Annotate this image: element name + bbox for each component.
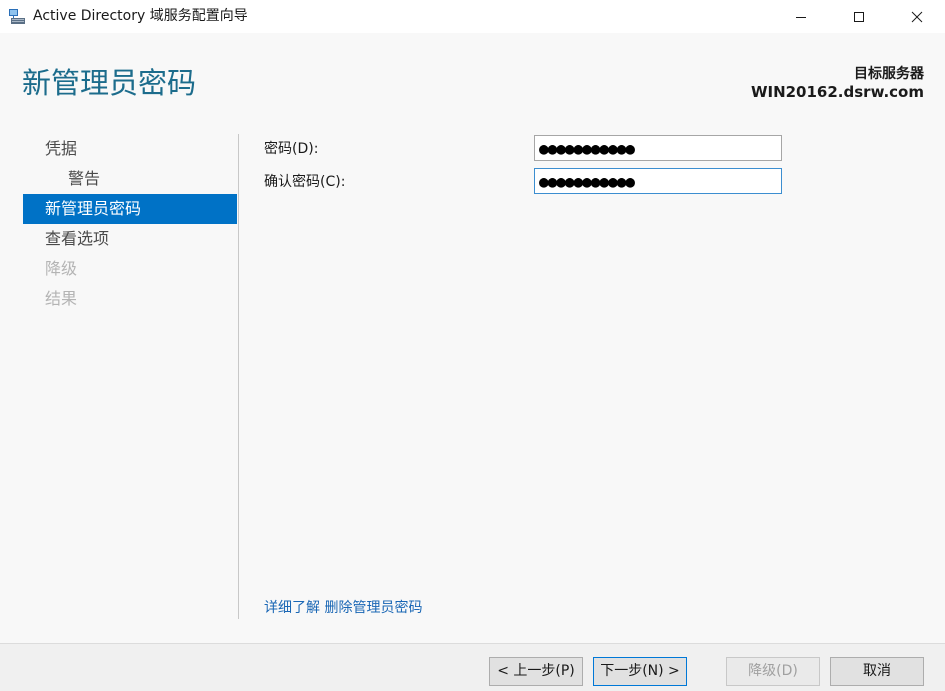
target-server-name: WIN20162.dsrw.com (750, 83, 924, 101)
nav-item-credentials[interactable]: 凭据 (23, 134, 237, 164)
wizard-footer: < 上一步(P) 下一步(N) > 降级(D) 取消 (0, 643, 945, 691)
wizard-nav: 凭据 警告 新管理员密码 查看选项 降级 结果 (23, 134, 237, 314)
minimize-icon (796, 16, 806, 18)
close-icon (911, 11, 923, 22)
learn-more-link[interactable]: 详细了解 删除管理员密码 (264, 598, 422, 618)
confirm-password-field[interactable] (534, 168, 782, 194)
close-button[interactable] (894, 0, 940, 33)
target-server-label: 目标服务器 (854, 66, 924, 82)
password-field[interactable] (534, 135, 782, 161)
title-bar[interactable]: Active Directory 域服务配置向导 (0, 0, 945, 33)
demote-button: 降级(D) (726, 657, 820, 686)
wizard-window: Active Directory 域服务配置向导 新管理员密码 目标服务器 WI… (0, 0, 945, 691)
nav-item-demotion: 降级 (45, 259, 78, 278)
nav-item-review-options[interactable]: 查看选项 (23, 224, 237, 254)
cancel-button[interactable]: 取消 (830, 657, 924, 686)
server-ad-icon (9, 9, 25, 24)
password-label: 密码(D): (264, 141, 319, 157)
minimize-button[interactable] (778, 0, 824, 33)
previous-button[interactable]: < 上一步(P) (489, 657, 583, 686)
nav-item-warnings[interactable]: 警告 (23, 164, 237, 194)
page-title: 新管理员密码 (22, 66, 197, 100)
confirm-password-label: 确认密码(C): (264, 174, 346, 190)
nav-divider (238, 134, 239, 619)
window-title: Active Directory 域服务配置向导 (33, 8, 248, 24)
next-button[interactable]: 下一步(N) > (593, 657, 687, 686)
nav-item-results: 结果 (45, 289, 78, 308)
maximize-button[interactable] (836, 0, 882, 33)
maximize-icon (854, 11, 864, 22)
nav-item-new-admin-password[interactable]: 新管理员密码 (23, 194, 237, 224)
